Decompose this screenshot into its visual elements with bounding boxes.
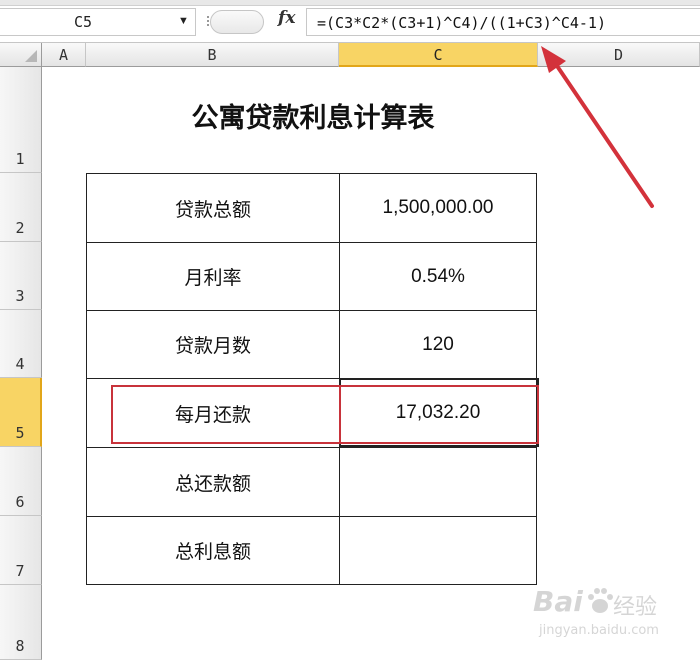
column-header-b[interactable]: B	[86, 43, 339, 67]
cell-b3[interactable]: 月利率	[86, 242, 340, 311]
formula-text: =(C3*C2*(C3+1)^C4)/((1+C3)^C4-1)	[317, 14, 606, 32]
cell-b2[interactable]: 贷款总额	[86, 173, 340, 243]
row-header-6[interactable]: 6	[0, 447, 42, 516]
row-number: 7	[15, 562, 25, 580]
cell-c3[interactable]: 0.54%	[339, 242, 537, 311]
row-number: 1	[15, 150, 25, 168]
formula-bar: C5 ▼ fx =(C3*C2*(C3+1)^C4)/((1+C3)^C4-1)	[0, 0, 700, 43]
watermark-suffix: 经验	[613, 595, 658, 620]
row-header-4[interactable]: 4	[0, 310, 42, 378]
cell-c2[interactable]: 1,500,000.00	[339, 173, 537, 243]
cell-c7[interactable]	[339, 516, 537, 585]
watermark-url: jingyan.baidu.com	[539, 623, 659, 638]
row-header-1[interactable]: 1	[0, 67, 42, 173]
row-number: 3	[15, 287, 25, 305]
row-header-3[interactable]: 3	[0, 242, 42, 310]
chevron-down-icon[interactable]: ▼	[178, 15, 189, 27]
paw-icon	[588, 588, 613, 613]
highlight-divider	[339, 385, 341, 444]
watermark: Bai 经验 jingyan.baidu.com	[533, 583, 693, 643]
name-box-value: C5	[74, 13, 93, 31]
column-header-d[interactable]: D	[538, 43, 700, 67]
insert-function-icon[interactable]: fx	[278, 8, 295, 28]
row-header-5[interactable]: 5	[0, 378, 42, 447]
row-header-8[interactable]: 8	[0, 585, 42, 660]
row-header-2[interactable]: 2	[0, 173, 42, 242]
cell-c6[interactable]	[339, 447, 537, 517]
name-box[interactable]: C5 ▼	[0, 8, 196, 36]
cell-b6[interactable]: 总还款额	[86, 447, 340, 517]
cell-b4[interactable]: 贷款月数	[86, 310, 340, 379]
row-number: 6	[15, 493, 25, 511]
formula-input[interactable]: =(C3*C2*(C3+1)^C4)/((1+C3)^C4-1)	[306, 8, 700, 36]
row-number: 5	[15, 424, 25, 442]
row-number: 8	[15, 637, 25, 655]
cell-b7[interactable]: 总利息额	[86, 516, 340, 585]
column-header-c[interactable]: C	[339, 43, 538, 67]
row-number: 4	[15, 355, 25, 373]
row-number: 2	[15, 219, 25, 237]
ribbon-edge	[0, 0, 700, 6]
sheet-title[interactable]: 公寓贷款利息计算表	[86, 96, 540, 135]
row-header-7[interactable]: 7	[0, 516, 42, 585]
formula-bar-controls[interactable]	[210, 10, 264, 34]
column-header-a[interactable]: A	[42, 43, 86, 67]
highlight-box	[111, 385, 539, 444]
cell-c4[interactable]: 120	[339, 310, 537, 379]
select-all-corner[interactable]	[0, 43, 42, 67]
select-all-icon	[25, 50, 37, 62]
watermark-brand: Bai	[533, 585, 583, 618]
